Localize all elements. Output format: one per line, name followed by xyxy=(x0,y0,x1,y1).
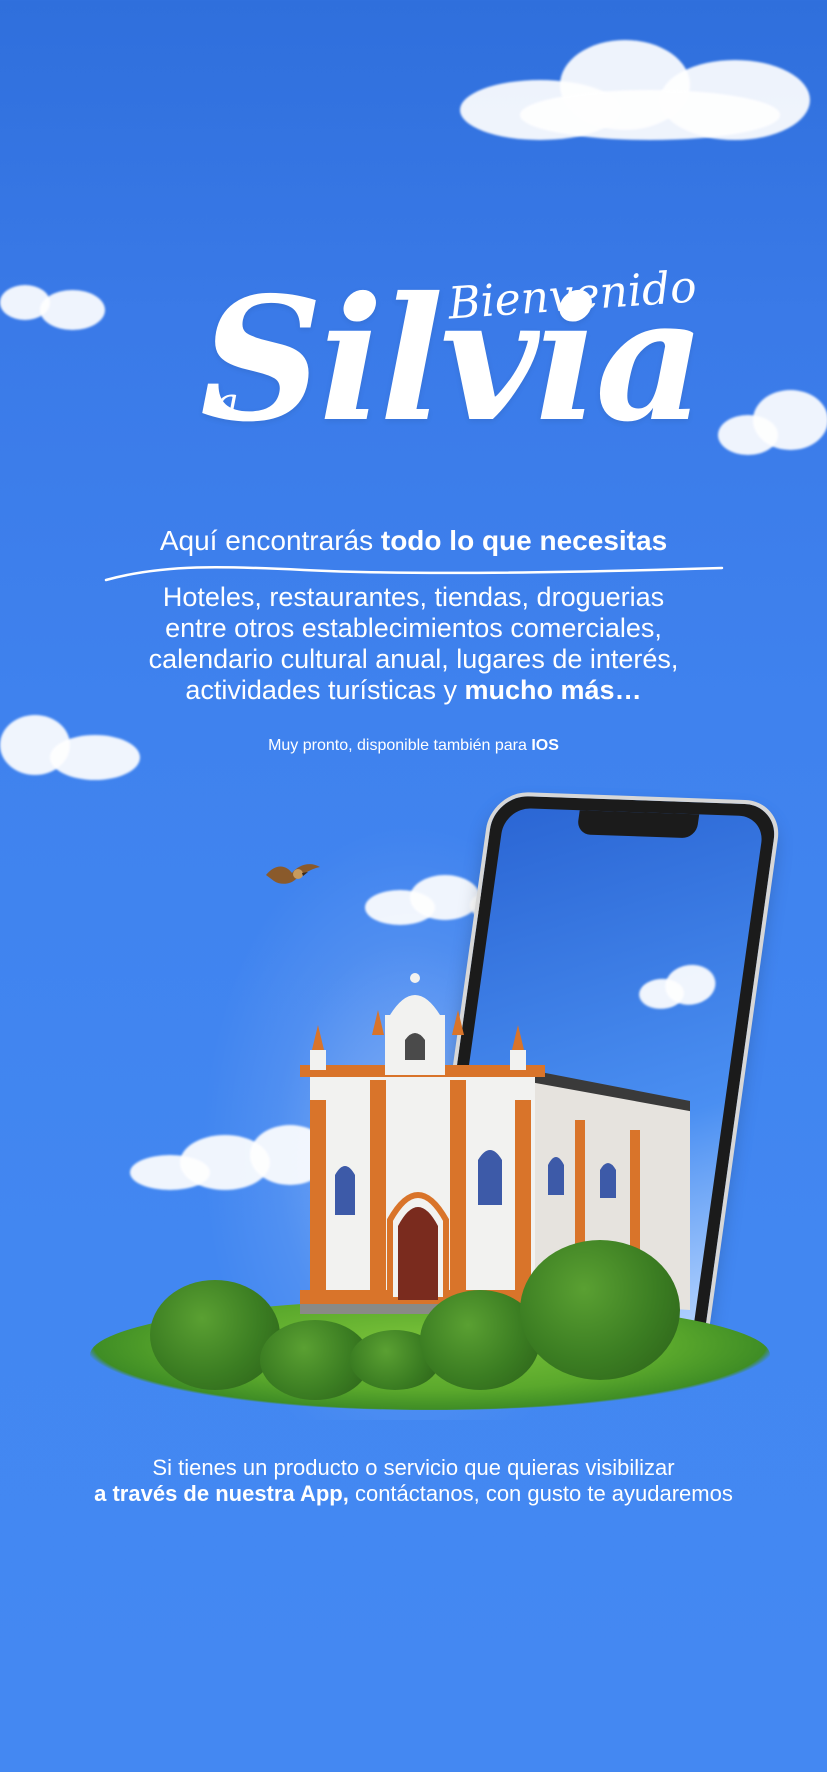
footer-line-1: Si tienes un producto o servicio que qui… xyxy=(152,1455,675,1480)
description: Hoteles, restaurantes, tiendas, drogueri… xyxy=(0,582,827,706)
availability-regular: Muy pronto, disponible también para xyxy=(268,737,532,754)
description-line-1: Hoteles, restaurantes, tiendas, drogueri… xyxy=(162,582,665,612)
availability-note: Muy pronto, disponible también para IOS xyxy=(0,737,827,755)
intro-line: Aquí encontrarás todo lo que necesitas xyxy=(0,525,827,557)
intro-regular: Aquí encontrarás xyxy=(159,525,381,556)
bush-right xyxy=(520,1240,680,1380)
footer-line-2-regular: contáctanos, con gusto te ayudaremos xyxy=(348,1481,733,1506)
brush-divider xyxy=(104,565,724,582)
description-line-4: actividades turísticas y mucho más… xyxy=(0,675,827,706)
description-line-2: entre otros establecimientos comerciales… xyxy=(165,613,662,643)
bird-icon xyxy=(266,864,320,884)
description-line-4-regular: actividades turísticas y xyxy=(185,675,465,705)
hero-title: Bienvenido a Silvia xyxy=(0,250,827,520)
footer-line-2-bold: a través de nuestra App, xyxy=(94,1481,349,1506)
footer-cta: Si tienes un producto o servicio que qui… xyxy=(0,1455,827,1507)
cloud-top-right xyxy=(420,20,820,150)
intro-bold: todo lo que necesitas xyxy=(380,525,668,556)
description-line-3: calendario cultural anual, lugares de in… xyxy=(148,644,679,674)
church-phone-illustration xyxy=(0,760,827,1420)
title-silvia: Silvia xyxy=(200,260,705,460)
description-line-4-bold: mucho más… xyxy=(464,675,642,705)
bush-left xyxy=(150,1280,280,1390)
availability-bold: IOS xyxy=(531,737,559,754)
footer-line-2: a través de nuestra App, contáctanos, co… xyxy=(0,1481,827,1507)
